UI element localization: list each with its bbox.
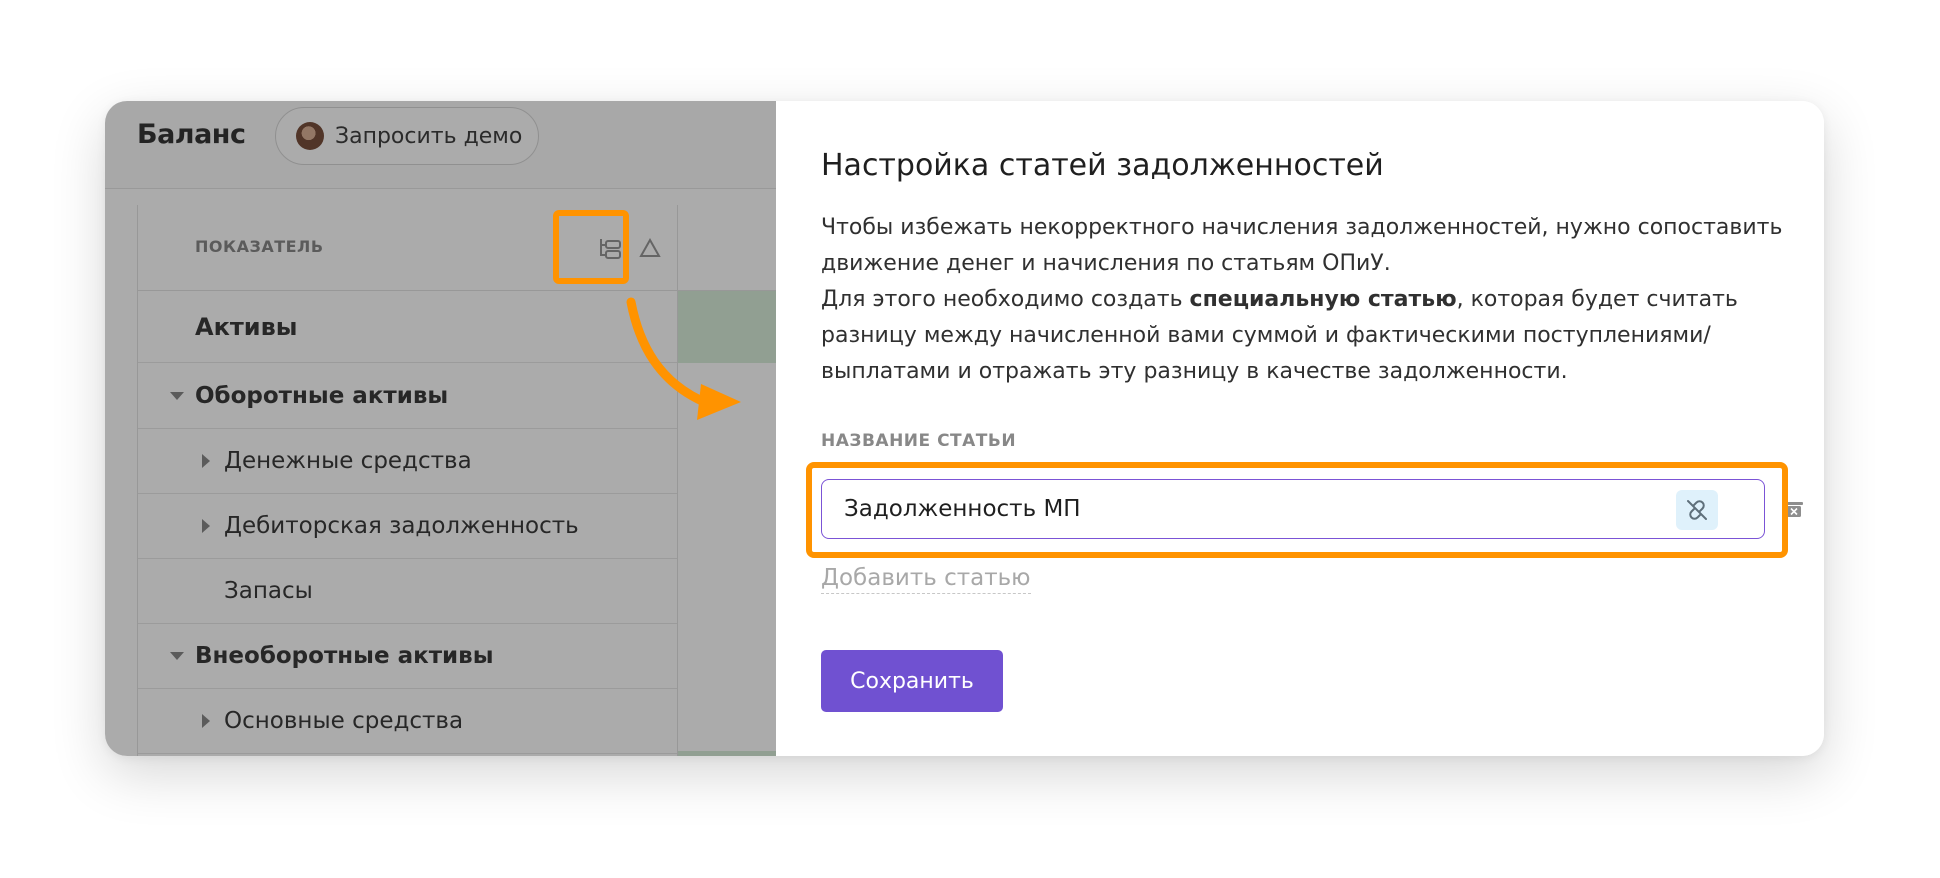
row-label: Активы [195, 312, 298, 341]
table-header-row: ПОКАЗАТЕЛЬ [138, 205, 776, 291]
add-article-link[interactable]: Добавить статью [821, 565, 1031, 594]
chevron-right-icon[interactable] [202, 454, 210, 468]
app-window: Баланс Запросить демо ПОКАЗАТЕЛЬ Активы … [105, 101, 1824, 756]
row-label: Основные средства [224, 708, 464, 734]
table-row[interactable]: Активы [138, 291, 677, 363]
table-row[interactable]: Оборотные активы [138, 363, 677, 429]
row-label: Оборотные активы [195, 382, 449, 409]
page-title: Баланс [137, 119, 246, 150]
column-header-indicator: ПОКАЗАТЕЛЬ [195, 237, 324, 256]
balance-table: ПОКАЗАТЕЛЬ Активы Оборотные активы Денежны… [137, 205, 776, 756]
curved-arrow-icon [626, 297, 741, 420]
table-row[interactable]: Основные средства [138, 689, 677, 754]
debt-settings-panel: Настройка статей задолженностей Чтобы из… [776, 101, 1824, 756]
balance-header: Баланс Запросить демо [105, 101, 776, 189]
panel-description-2: Для этого необходимо создать специальную… [821, 282, 1791, 390]
panel-title: Настройка статей задолженностей [821, 148, 1384, 183]
save-button[interactable]: Сохранить [821, 650, 1003, 712]
table-row[interactable]: Денежные средства [138, 429, 677, 494]
highlight-article-input [806, 462, 1788, 558]
value-cell [678, 751, 776, 756]
request-demo-button[interactable]: Запросить демо [275, 107, 539, 165]
avatar [296, 122, 324, 150]
chevron-right-icon[interactable] [202, 714, 210, 728]
table-row[interactable]: Запасы [138, 559, 677, 624]
request-demo-label: Запросить демо [335, 123, 523, 149]
row-label: Внеоборотные активы [195, 643, 494, 669]
description-text: Для этого необходимо создать [821, 287, 1190, 312]
balance-view: Баланс Запросить демо ПОКАЗАТЕЛЬ Активы … [105, 101, 776, 756]
row-label: Денежные средства [224, 448, 472, 474]
description-bold-text: специальную статью [1189, 287, 1457, 312]
column-divider [677, 205, 678, 756]
table-row[interactable]: Дебиторская задолженность [138, 494, 677, 559]
chevron-down-icon[interactable] [170, 391, 184, 400]
table-row[interactable]: Внеоборотные активы [138, 624, 677, 689]
highlight-tree-button [553, 210, 629, 284]
chevron-right-icon[interactable] [202, 519, 210, 533]
sort-triangle-icon[interactable] [637, 235, 663, 261]
chevron-down-icon[interactable] [170, 652, 184, 660]
article-name-label: НАЗВАНИЕ СТАТЬИ [821, 431, 1017, 451]
row-label: Дебиторская задолженность [224, 513, 579, 539]
panel-description-1: Чтобы избежать некорректного начисления … [821, 215, 1783, 276]
row-label: Запасы [224, 578, 313, 604]
